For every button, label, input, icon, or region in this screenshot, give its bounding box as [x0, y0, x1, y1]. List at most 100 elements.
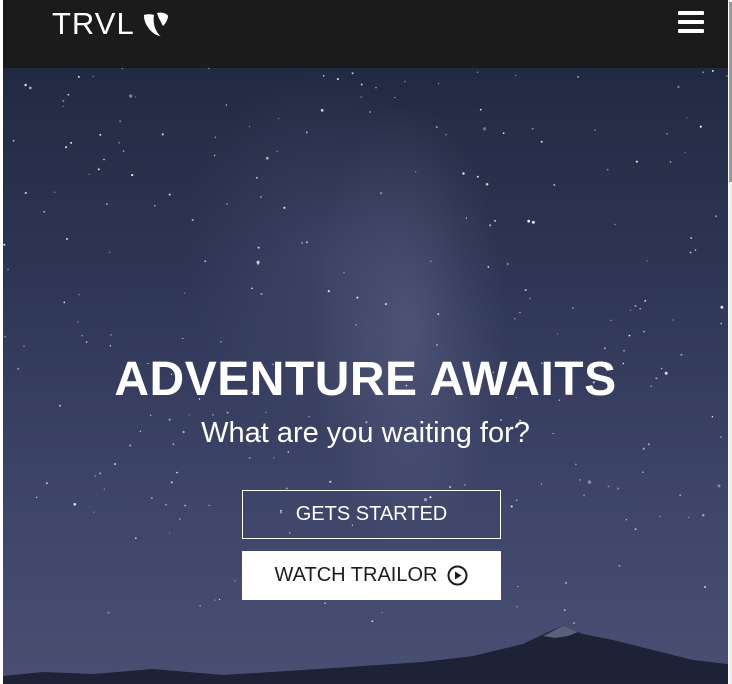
star: [7, 268, 9, 271]
star: [108, 251, 111, 254]
hamburger-menu-icon[interactable]: [678, 10, 706, 36]
star: [306, 241, 308, 244]
star: [251, 287, 253, 290]
star: [445, 133, 447, 136]
star: [248, 126, 251, 128]
star: [259, 196, 262, 198]
star: [607, 485, 610, 488]
get-started-button[interactable]: GETS STARTED: [242, 490, 501, 539]
star: [360, 96, 363, 98]
star: [191, 218, 194, 221]
star: [726, 75, 728, 77]
star: [277, 117, 280, 120]
star: [517, 585, 519, 588]
star: [494, 219, 497, 222]
star: [88, 173, 90, 176]
star: [644, 299, 647, 302]
star: [563, 609, 566, 611]
star: [479, 108, 482, 111]
star: [184, 504, 187, 507]
star: [646, 260, 648, 262]
star: [53, 191, 56, 194]
star: [220, 341, 222, 343]
star: [482, 127, 487, 131]
star: [355, 323, 358, 326]
star: [134, 537, 137, 540]
star: [625, 519, 627, 521]
star: [66, 237, 68, 240]
star: [62, 105, 64, 108]
star: [92, 511, 95, 513]
star: [711, 69, 714, 72]
star: [699, 125, 702, 128]
star: [720, 305, 724, 309]
star: [556, 333, 559, 335]
star: [129, 94, 133, 98]
mountain-silhouette: [3, 626, 728, 684]
star: [287, 451, 290, 453]
star: [208, 504, 210, 507]
star: [81, 335, 83, 337]
star: [327, 290, 330, 293]
star: [565, 581, 567, 584]
get-started-label: GETS STARTED: [295, 503, 448, 525]
star: [161, 133, 164, 136]
star: [684, 151, 686, 154]
star: [28, 86, 32, 90]
star: [351, 72, 354, 75]
star: [154, 205, 156, 207]
star: [109, 345, 112, 347]
star: [527, 219, 531, 223]
star: [380, 192, 383, 195]
star: [629, 309, 632, 311]
star: [272, 457, 275, 459]
star: [226, 411, 229, 414]
star: [404, 80, 406, 83]
watch-trailer-button[interactable]: WATCH TRAILOR: [242, 551, 501, 600]
star: [618, 564, 621, 567]
star: [65, 146, 68, 149]
star: [168, 532, 171, 534]
star: [256, 176, 258, 179]
star: [73, 502, 77, 506]
star: [119, 120, 121, 122]
star: [465, 217, 468, 219]
star: [531, 127, 534, 130]
star: [110, 334, 112, 336]
star: [463, 483, 466, 486]
hero-title: ADVENTURE AWAITS: [114, 353, 617, 406]
star: [430, 260, 432, 262]
star: [283, 206, 286, 209]
star: [213, 154, 216, 157]
star: [63, 301, 66, 304]
star: [665, 132, 668, 135]
star: [12, 139, 15, 142]
star: [134, 96, 137, 98]
star: [515, 74, 517, 77]
star: [510, 505, 513, 508]
star: [179, 518, 181, 520]
star: [686, 117, 688, 119]
star: [131, 174, 134, 177]
star: [575, 463, 577, 466]
star: [606, 168, 609, 171]
star: [375, 87, 377, 89]
star: [519, 311, 521, 314]
hero-subtitle: What are you waiting for?: [201, 417, 530, 449]
star: [99, 472, 102, 475]
star: [3, 243, 6, 246]
star: [715, 215, 718, 218]
star: [679, 494, 682, 497]
star: [515, 499, 518, 502]
brand-link[interactable]: TRVL: [52, 7, 169, 41]
star: [77, 321, 79, 323]
star: [634, 528, 637, 531]
star: [356, 296, 359, 299]
star: [343, 271, 345, 274]
star: [226, 203, 228, 205]
star: [204, 260, 207, 263]
star: [610, 319, 612, 322]
star: [617, 487, 620, 490]
star: [579, 478, 581, 481]
star: [485, 182, 489, 186]
